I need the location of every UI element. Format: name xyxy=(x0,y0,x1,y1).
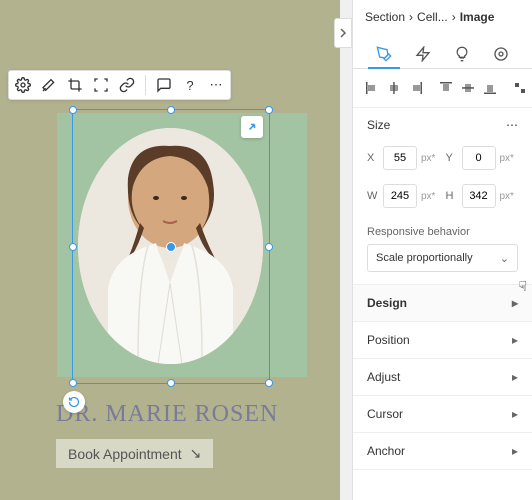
accordion-anchor[interactable]: Anchor▸ xyxy=(353,433,532,469)
responsive-value: Scale proportionally xyxy=(376,252,473,264)
breadcrumb: Section › Cell... › Image xyxy=(353,0,532,34)
expand-icon[interactable] xyxy=(241,116,263,138)
w-unit: px* xyxy=(421,191,435,202)
w-label: W xyxy=(367,190,379,202)
align-bottom-icon[interactable] xyxy=(483,79,497,97)
tab-settings[interactable] xyxy=(485,40,517,68)
center-handle[interactable] xyxy=(166,242,176,252)
align-right-icon[interactable] xyxy=(409,79,423,97)
canvas-area: ? ⋯ DR. MARIE ROSEN xyxy=(0,0,352,500)
context-toolbar: ? ⋯ xyxy=(8,70,231,100)
tab-design[interactable] xyxy=(368,40,400,68)
resize-handle-tr[interactable] xyxy=(265,106,273,114)
breadcrumb-section[interactable]: Section xyxy=(365,10,405,24)
accordion-cursor[interactable]: Cursor▸ xyxy=(353,396,532,432)
arrow-icon: ↘ xyxy=(190,445,202,462)
focus-icon[interactable] xyxy=(93,77,109,93)
breadcrumb-current: Image xyxy=(460,10,495,24)
link-icon[interactable] xyxy=(119,77,135,93)
panel-collapse-toggle[interactable] xyxy=(334,18,352,48)
accordion-adjust[interactable]: Adjust▸ xyxy=(353,359,532,395)
size-label: Size xyxy=(367,118,390,132)
y-unit: px* xyxy=(500,153,514,164)
chevron-right-icon: › xyxy=(452,10,456,24)
align-left-icon[interactable] xyxy=(365,79,379,97)
responsive-select[interactable]: Scale proportionally ⌄ xyxy=(367,244,518,272)
responsive-section: Responsive behavior Scale proportionally… xyxy=(353,218,532,285)
magic-icon[interactable] xyxy=(41,77,57,93)
resize-handle-br[interactable] xyxy=(265,379,273,387)
breadcrumb-cell[interactable]: Cell... xyxy=(417,10,448,24)
inspector-tabs xyxy=(353,34,532,69)
responsive-label: Responsive behavior xyxy=(367,226,518,238)
resize-handle-tl[interactable] xyxy=(69,106,77,114)
gear-icon[interactable] xyxy=(15,77,31,93)
doctor-name-text[interactable]: DR. MARIE ROSEN xyxy=(56,401,278,428)
x-unit: px* xyxy=(421,153,435,164)
chevron-right-icon: ▸ xyxy=(512,333,518,347)
h-label: H xyxy=(446,190,458,202)
cursor-indicator: ☟ xyxy=(518,278,527,295)
align-middle-icon[interactable] xyxy=(461,79,475,97)
chevron-right-icon: › xyxy=(409,10,413,24)
alignment-controls xyxy=(353,69,532,108)
book-appointment-button[interactable]: Book Appointment ↘ xyxy=(56,439,213,468)
tab-interactions[interactable] xyxy=(407,40,439,68)
rotate-icon[interactable] xyxy=(63,391,85,413)
resize-handle-tm[interactable] xyxy=(167,106,175,114)
help-icon[interactable]: ? xyxy=(182,77,198,93)
inspector-panel: Section › Cell... › Image Size ⋯ X px* Y xyxy=(352,0,532,500)
x-label: X xyxy=(367,152,379,164)
y-label: Y xyxy=(446,152,458,164)
toolbar-separator xyxy=(145,75,146,95)
accordion-position[interactable]: Position▸ xyxy=(353,322,532,358)
align-top-icon[interactable] xyxy=(439,79,453,97)
selection-box[interactable] xyxy=(72,109,270,384)
chevron-right-icon: ▸ xyxy=(512,296,518,310)
size-section-header: Size ⋯ xyxy=(353,108,532,142)
comment-icon[interactable] xyxy=(156,77,172,93)
book-label: Book Appointment xyxy=(68,446,182,462)
more-icon[interactable]: ⋯ xyxy=(208,77,224,93)
y-input[interactable] xyxy=(462,146,496,170)
w-input[interactable] xyxy=(383,184,417,208)
distribute-icon[interactable] xyxy=(513,79,527,97)
chevron-down-icon: ⌄ xyxy=(500,252,509,265)
x-input[interactable] xyxy=(383,146,417,170)
accordion-design[interactable]: Design▸ xyxy=(353,285,532,321)
chevron-right-icon: ▸ xyxy=(512,407,518,421)
chevron-right-icon: ▸ xyxy=(512,444,518,458)
resize-handle-mr[interactable] xyxy=(265,243,273,251)
resize-handle-ml[interactable] xyxy=(69,243,77,251)
chevron-right-icon: ▸ xyxy=(512,370,518,384)
tab-inspiration[interactable] xyxy=(446,40,478,68)
align-center-h-icon[interactable] xyxy=(387,79,401,97)
more-icon[interactable]: ⋯ xyxy=(506,118,518,132)
resize-handle-bl[interactable] xyxy=(69,379,77,387)
crop-icon[interactable] xyxy=(67,77,83,93)
h-input[interactable] xyxy=(462,184,496,208)
h-unit: px* xyxy=(500,191,514,202)
resize-handle-bm[interactable] xyxy=(167,379,175,387)
